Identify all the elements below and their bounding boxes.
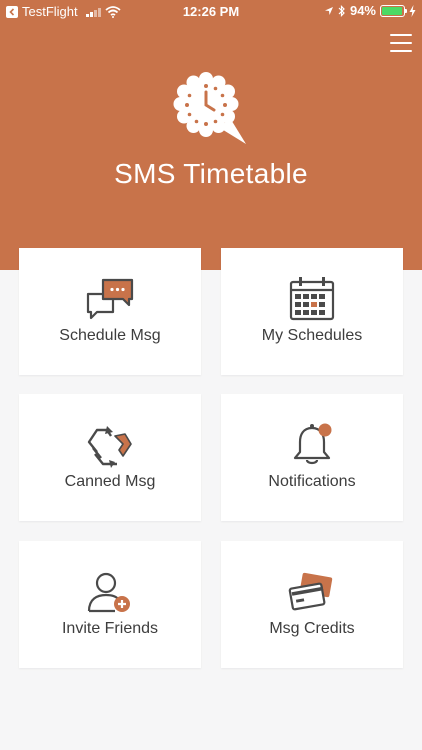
clock-chat-bubble-icon [173, 72, 246, 144]
my-schedules-tile[interactable]: My Schedules [221, 248, 403, 375]
battery-icon [380, 4, 407, 17]
recycle-arrows-icon [87, 426, 132, 468]
hamburger-menu-icon[interactable] [390, 34, 412, 52]
tile-label: Msg Credits [269, 620, 355, 637]
canned-msg-tile[interactable]: Canned Msg [19, 394, 201, 521]
credit-cards-icon [288, 572, 333, 611]
battery-fill [382, 6, 402, 15]
bell-icon [293, 423, 332, 465]
status-bar-right: 94% [324, 3, 416, 18]
add-user-icon [87, 572, 130, 613]
status-bar: TestFlight 12:26 PM 94% [0, 0, 422, 22]
app-title: SMS Timetable [114, 158, 308, 189]
charging-bolt-icon [409, 4, 416, 17]
battery-percent: 94% [349, 3, 376, 18]
notifications-tile[interactable]: Notifications [221, 394, 403, 521]
bluetooth-icon [338, 4, 345, 17]
msg-credits-tile[interactable]: Msg Credits [221, 541, 403, 668]
app-header: TestFlight 12:26 PM 94% SMS Timetable [0, 0, 422, 270]
tile-label: Notifications [268, 473, 356, 490]
tile-label: My Schedules [261, 327, 363, 344]
calendar-icon [289, 277, 335, 321]
schedule-msg-tile[interactable]: Schedule Msg [19, 248, 201, 375]
invite-friends-tile[interactable]: Invite Friends [19, 541, 201, 668]
location-icon [324, 6, 333, 15]
tile-label: Schedule Msg [59, 327, 161, 344]
tile-label: Invite Friends [61, 620, 159, 637]
tile-label: Canned Msg [64, 473, 156, 490]
chat-bubbles-icon [86, 278, 134, 320]
